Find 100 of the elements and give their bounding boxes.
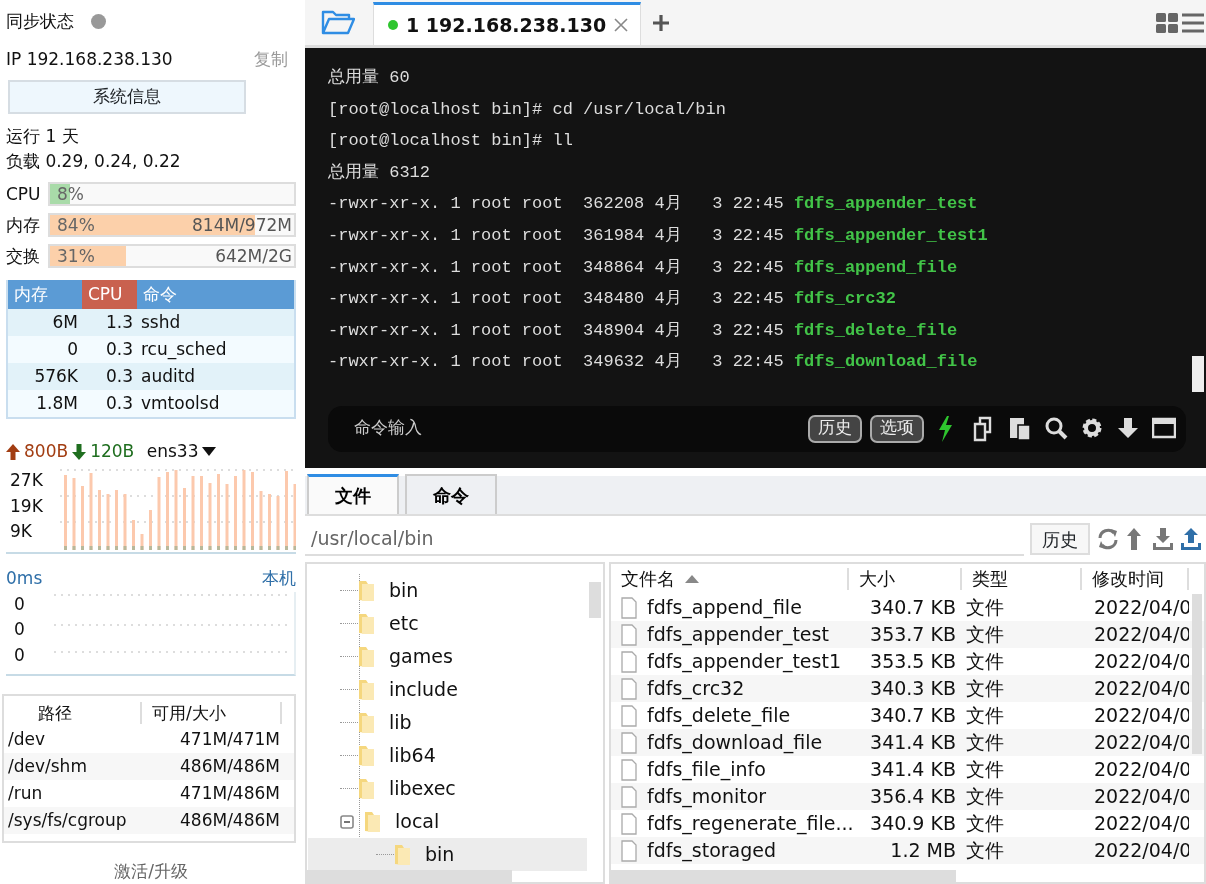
tree-label: lib64 bbox=[389, 743, 436, 769]
scrollbar-thumb[interactable] bbox=[589, 582, 601, 618]
table-cell-text: fdfs_monitor bbox=[647, 784, 767, 810]
paste-icon[interactable] bbox=[1008, 416, 1032, 442]
tree-label: include bbox=[389, 677, 458, 703]
tree-item[interactable]: include bbox=[308, 673, 587, 706]
folder-icon bbox=[358, 678, 375, 701]
file-icon bbox=[621, 650, 637, 673]
sort-arrow-icon bbox=[685, 575, 699, 583]
traffic-bar bbox=[259, 491, 263, 551]
scrollbar-thumb[interactable] bbox=[1192, 594, 1202, 754]
folder-icon bbox=[358, 612, 375, 635]
axis-label: 0 bbox=[14, 592, 26, 616]
table-cell-text: 340.3 KB bbox=[869, 676, 957, 701]
collapse-icon[interactable] bbox=[340, 814, 354, 829]
table-cell-text: vmtoolsd bbox=[140, 391, 221, 415]
tree-label: local bbox=[395, 809, 440, 835]
interface-selector[interactable]: ens33 bbox=[146, 438, 199, 465]
tree-item[interactable]: bin bbox=[308, 574, 587, 607]
table-cell-text: /sys/fs/cgroup bbox=[7, 808, 128, 832]
table-cell-text: 576K bbox=[33, 364, 79, 388]
history-button[interactable]: 历史 bbox=[1030, 523, 1090, 555]
caret-icon bbox=[202, 446, 217, 457]
panel-tab[interactable]: 命令 bbox=[405, 474, 497, 514]
system-info-button[interactable]: 系统信息 bbox=[8, 80, 246, 114]
host-text: 本机 bbox=[262, 567, 296, 591]
menu-icon[interactable] bbox=[1182, 13, 1204, 33]
table-cell-text: 471M/471M bbox=[179, 727, 281, 751]
download-icon[interactable] bbox=[1152, 527, 1174, 551]
traffic-bar bbox=[140, 534, 144, 551]
meter-percent: 8% bbox=[57, 184, 84, 205]
column-header[interactable]: 路径 bbox=[4, 701, 142, 724]
tree-label: bin bbox=[425, 842, 455, 868]
tree-item[interactable]: lib bbox=[308, 706, 587, 739]
table-cell-text: 文件 bbox=[965, 595, 1005, 620]
tree-item[interactable]: lib64 bbox=[308, 739, 587, 772]
tree-label: etc bbox=[389, 611, 419, 637]
tree-item[interactable]: local bbox=[308, 805, 587, 838]
table-cell-text: fdfs_download_file bbox=[647, 730, 823, 756]
column-header[interactable]: 可用/大小 bbox=[142, 701, 282, 724]
grid-view-icon[interactable] bbox=[1156, 13, 1178, 33]
folder-open-icon[interactable] bbox=[321, 9, 355, 35]
upload-rate: 800B bbox=[24, 439, 69, 463]
table-cell-text: fdfs_storaged bbox=[647, 838, 777, 864]
file-icon bbox=[621, 812, 637, 835]
refresh-icon[interactable] bbox=[1096, 527, 1118, 551]
traffic-bar bbox=[183, 488, 186, 551]
traffic-bar bbox=[123, 494, 127, 551]
column-header[interactable]: CPU bbox=[82, 279, 137, 309]
traffic-bar bbox=[293, 484, 296, 551]
plus-icon[interactable] bbox=[653, 15, 670, 31]
tree-item[interactable]: etc bbox=[308, 607, 587, 640]
meter-label: CPU bbox=[6, 182, 42, 206]
terminal-line: -rwxr-xr-x. 1 root root 348864 4月 3 22:45 fdfs_append_file bbox=[328, 256, 958, 279]
search-icon[interactable] bbox=[1044, 416, 1068, 442]
table-cell-text: 341.4 KB bbox=[869, 757, 957, 782]
scrollbar-thumb[interactable] bbox=[611, 870, 956, 882]
table-cell-text: 1.2 MB bbox=[889, 838, 957, 863]
upload-icon[interactable] bbox=[1180, 527, 1202, 551]
command-input-field[interactable]: 命令输入 历史 选项 bbox=[328, 406, 1186, 452]
terminal-button[interactable]: 历史 bbox=[808, 415, 862, 443]
table-cell-text: 0.3 bbox=[104, 391, 134, 415]
session-tab[interactable]: 1 192.168.238.130 bbox=[373, 2, 642, 45]
load-average-text: 负载 0.29, 0.24, 0.22 bbox=[6, 150, 182, 174]
column-header[interactable]: 类型 bbox=[962, 568, 1082, 590]
terminal-button[interactable]: 选项 bbox=[870, 415, 924, 443]
tree-label: bin bbox=[389, 578, 419, 604]
table-cell-text: 356.4 KB bbox=[869, 784, 957, 809]
folder-icon bbox=[364, 810, 381, 833]
axis-label: 9K bbox=[10, 520, 33, 544]
tree-item[interactable]: bin bbox=[308, 838, 587, 871]
tree-item[interactable]: libexec bbox=[308, 772, 587, 805]
traffic-bar bbox=[268, 494, 271, 551]
arrow-up-icon bbox=[6, 443, 20, 460]
meter-percent: 84% bbox=[57, 215, 95, 236]
meter-amount: 814M/972M bbox=[192, 215, 292, 236]
terminal-line: -rwxr-xr-x. 1 root root 348480 4月 3 22:45 fdfs_crc32 bbox=[328, 288, 896, 311]
table-cell-text: 文件 bbox=[965, 757, 1005, 782]
traffic-bar bbox=[208, 483, 212, 551]
column-header[interactable]: 文件名 bbox=[611, 568, 849, 590]
panel-tab[interactable]: 文件 bbox=[307, 474, 399, 514]
traffic-bar bbox=[115, 490, 118, 551]
folder-icon bbox=[358, 777, 375, 800]
column-header[interactable]: 修改时间 bbox=[1082, 568, 1189, 590]
scrollbar-thumb[interactable] bbox=[307, 870, 512, 882]
terminal-line: 总用量 60 bbox=[328, 67, 410, 89]
table-cell-text: fdfs_crc32 bbox=[647, 676, 745, 702]
table-cell-text: 6M bbox=[51, 310, 79, 334]
scrollbar-thumb[interactable] bbox=[1192, 356, 1204, 392]
axis-label: 0 bbox=[14, 618, 26, 642]
tree-item[interactable]: games bbox=[308, 640, 587, 673]
column-header[interactable]: 大小 bbox=[849, 568, 962, 590]
traffic-bar bbox=[98, 490, 101, 551]
close-icon[interactable] bbox=[614, 18, 629, 32]
folder-icon bbox=[358, 711, 375, 734]
terminal-line: [root@localhost bin]# ll bbox=[328, 130, 573, 153]
traffic-bar bbox=[276, 496, 280, 551]
table-cell-text: 340.9 KB bbox=[869, 811, 957, 836]
folder-icon bbox=[394, 843, 411, 866]
activate-upgrade-link[interactable]: 激活/升级 bbox=[6, 858, 296, 884]
